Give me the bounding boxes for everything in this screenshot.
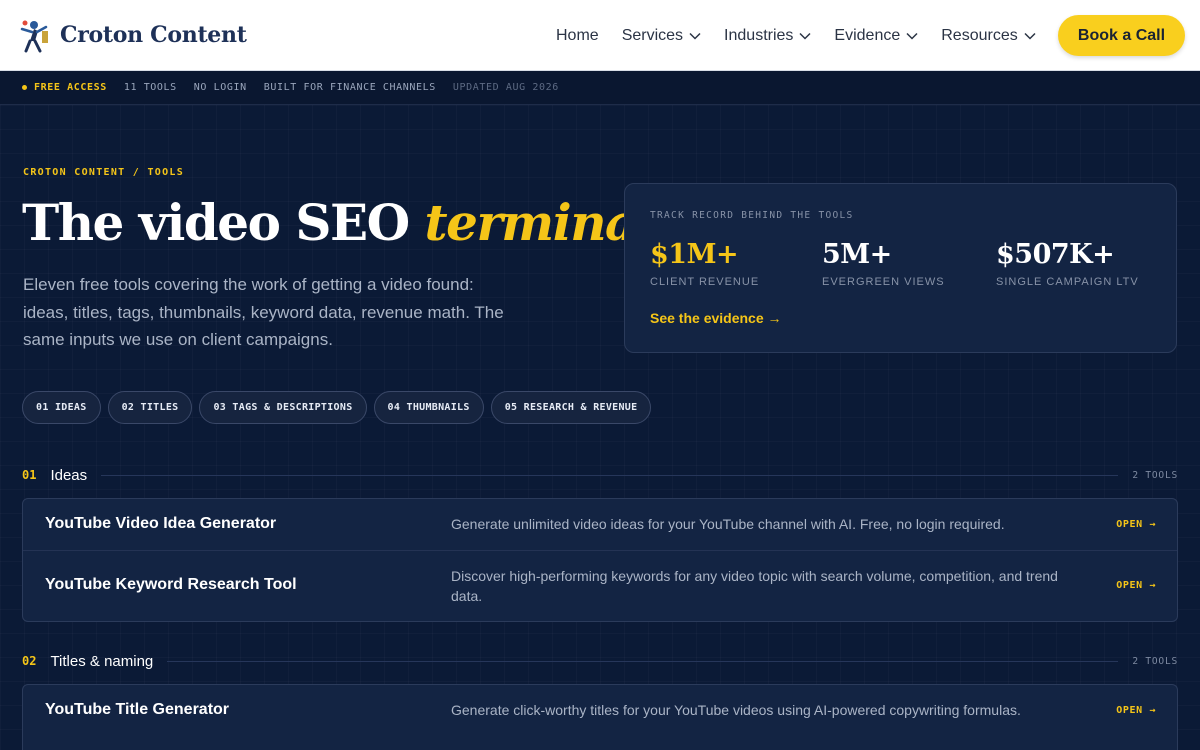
info-strip: FREE ACCESS 11 TOOLS NO LOGIN BUILT FOR … (0, 71, 1200, 105)
stat-campaign-ltv: $507K+ SINGLE CAMPAIGN LTV (996, 239, 1139, 288)
stat-client-revenue: $1M+ CLIENT REVENUE (650, 239, 759, 288)
section-header-ideas: 01 Ideas 2 TOOLS (22, 465, 1178, 485)
nav-services-label: Services (621, 26, 684, 44)
open-tool-link[interactable]: OPEN → (1116, 580, 1156, 591)
tool-count-label: 11 TOOLS (123, 82, 177, 93)
see-evidence-link[interactable]: See the evidence → (650, 310, 782, 326)
croton-mascot-icon (20, 20, 48, 53)
nav-evidence-label: Evidence (834, 26, 901, 44)
free-access-badge: FREE ACCESS (22, 82, 107, 93)
pill-thumbnails[interactable]: 04 THUMBNAILS (373, 391, 484, 424)
stat-caption: EVERGREEN VIEWS (822, 276, 945, 288)
nav-home-label: Home (556, 26, 599, 44)
tool-description: Generate click-worthy titles for your Yo… (451, 702, 1021, 718)
tool-row-video-idea-generator[interactable]: YouTube Video Idea Generator Generate un… (23, 499, 1177, 551)
nav-industries-label: Industries (724, 26, 794, 44)
stat-value: $507K+ (996, 239, 1115, 270)
tool-row-title-generator[interactable]: YouTube Title Generator Generate click-w… (23, 685, 1177, 737)
section-number: 01 (22, 468, 37, 482)
stat-caption: SINGLE CAMPAIGN LTV (996, 276, 1139, 288)
page-title-accent: terminal (424, 193, 655, 252)
page-subtitle: Eleven free tools covering the work of g… (23, 275, 504, 349)
stat-value: 5M+ (822, 239, 892, 270)
free-access-label: FREE ACCESS (34, 82, 107, 93)
track-record-label: TRACK RECORD BEHIND THE TOOLS (650, 210, 854, 221)
tool-description: Discover high-performing keywords for an… (451, 568, 1058, 604)
nav-resources-label: Resources (941, 26, 1018, 44)
nav-industries[interactable]: Industries (724, 27, 811, 45)
status-dot-icon (22, 85, 27, 90)
chevron-down-icon (689, 32, 701, 40)
tool-name: YouTube Title Generator (45, 701, 230, 718)
section-count: 2 TOOLS (1132, 469, 1178, 481)
track-record-card: TRACK RECORD BEHIND THE TOOLS $1M+ CLIEN… (624, 183, 1177, 353)
brand-logo-link[interactable]: Croton Content (16, 17, 247, 53)
stat-evergreen-views: 5M+ EVERGREEN VIEWS (822, 239, 945, 288)
section-title: Ideas (50, 466, 88, 484)
pill-tags-descriptions[interactable]: 03 TAGS & DESCRIPTIONS (199, 391, 367, 424)
nav-evidence[interactable]: Evidence (834, 27, 918, 45)
top-navbar: Croton Content Home Services Industries … (0, 0, 1200, 71)
tool-description: Generate unlimited video ideas for your … (451, 516, 1005, 532)
tool-name: YouTube Video Idea Generator (45, 515, 277, 532)
pill-research-revenue[interactable]: 05 RESEARCH & REVENUE (490, 391, 652, 424)
section-divider (167, 660, 1119, 662)
section-count: 2 TOOLS (1132, 655, 1178, 667)
open-tool-link[interactable]: OPEN → (1116, 705, 1156, 716)
category-pills: 01 IDEAS 02 TITLES 03 TAGS & DESCRIPTION… (22, 391, 658, 424)
tool-row-keyword-research-tool[interactable]: YouTube Keyword Research Tool Discover h… (23, 551, 1177, 621)
built-for-label: BUILT FOR FINANCE CHANNELS (263, 82, 436, 93)
nav-resources[interactable]: Resources (941, 26, 1036, 45)
stat-value: $1M+ (650, 239, 739, 270)
page-title: The video SEO terminal (22, 193, 655, 252)
section-number: 02 (22, 654, 37, 668)
breadcrumb: CROTON CONTENT / TOOLS (23, 167, 185, 178)
chevron-down-icon (906, 32, 918, 40)
section-header-titles: 02 Titles & naming 2 TOOLS (22, 651, 1178, 671)
stat-caption: CLIENT REVENUE (650, 276, 760, 288)
section-title: Titles & naming (50, 652, 154, 670)
section-divider (101, 474, 1119, 476)
pill-titles[interactable]: 02 TITLES (107, 391, 193, 424)
tool-name: YouTube Keyword Research Tool (45, 576, 297, 593)
updated-label: UPDATED AUG 2026 (452, 82, 559, 93)
nav-services[interactable]: Services (622, 27, 701, 45)
nav-home[interactable]: Home (556, 27, 599, 45)
tool-list-titles: YouTube Title Generator Generate click-w… (22, 684, 1178, 750)
page-title-main: The video SEO (22, 193, 425, 252)
open-tool-link[interactable]: OPEN → (1116, 519, 1156, 530)
chevron-down-icon (799, 32, 811, 40)
pill-ideas[interactable]: 01 IDEAS (22, 391, 101, 424)
chevron-down-icon (1024, 32, 1036, 40)
tool-list-ideas: YouTube Video Idea Generator Generate un… (22, 498, 1178, 622)
no-login-label: NO LOGIN (193, 82, 247, 93)
brand-name: Croton Content (60, 22, 247, 48)
book-call-button[interactable]: Book a Call (1058, 15, 1185, 56)
